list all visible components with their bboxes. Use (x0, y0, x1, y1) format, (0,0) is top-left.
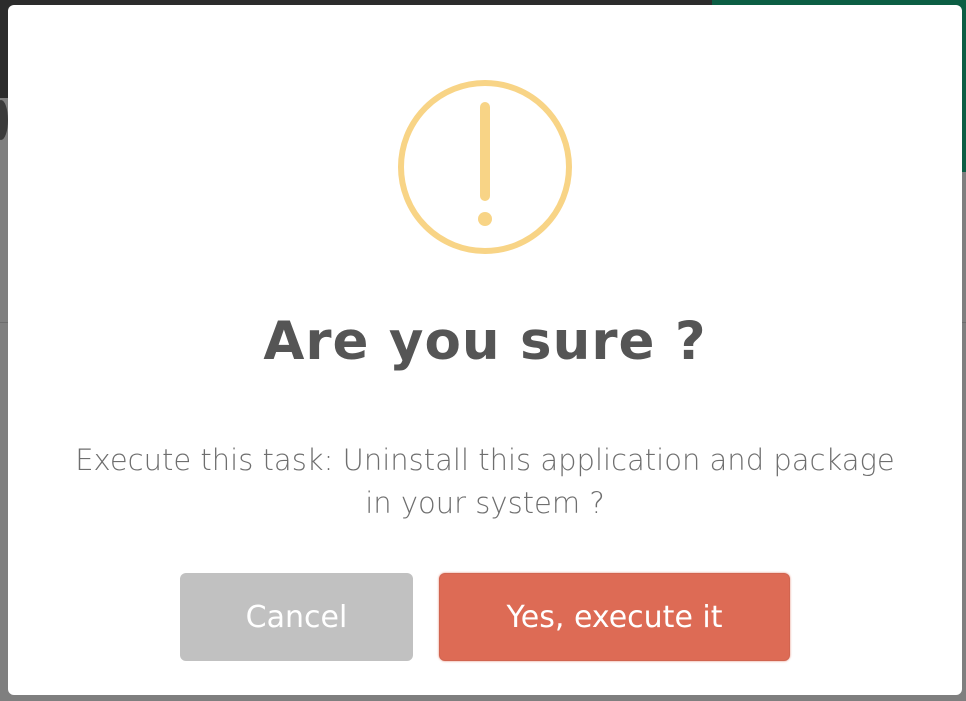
dialog-message: Execute this task: Uninstall this applic… (75, 443, 895, 520)
confirm-button[interactable]: Yes, execute it (439, 573, 790, 661)
dialog-title: Are you sure ? (263, 311, 707, 372)
background-logo-fragment (0, 100, 8, 140)
warning-icon (398, 80, 572, 254)
cancel-button[interactable]: Cancel (180, 573, 413, 661)
confirm-dialog: Are you sure ? Execute this task: Uninst… (8, 5, 962, 695)
